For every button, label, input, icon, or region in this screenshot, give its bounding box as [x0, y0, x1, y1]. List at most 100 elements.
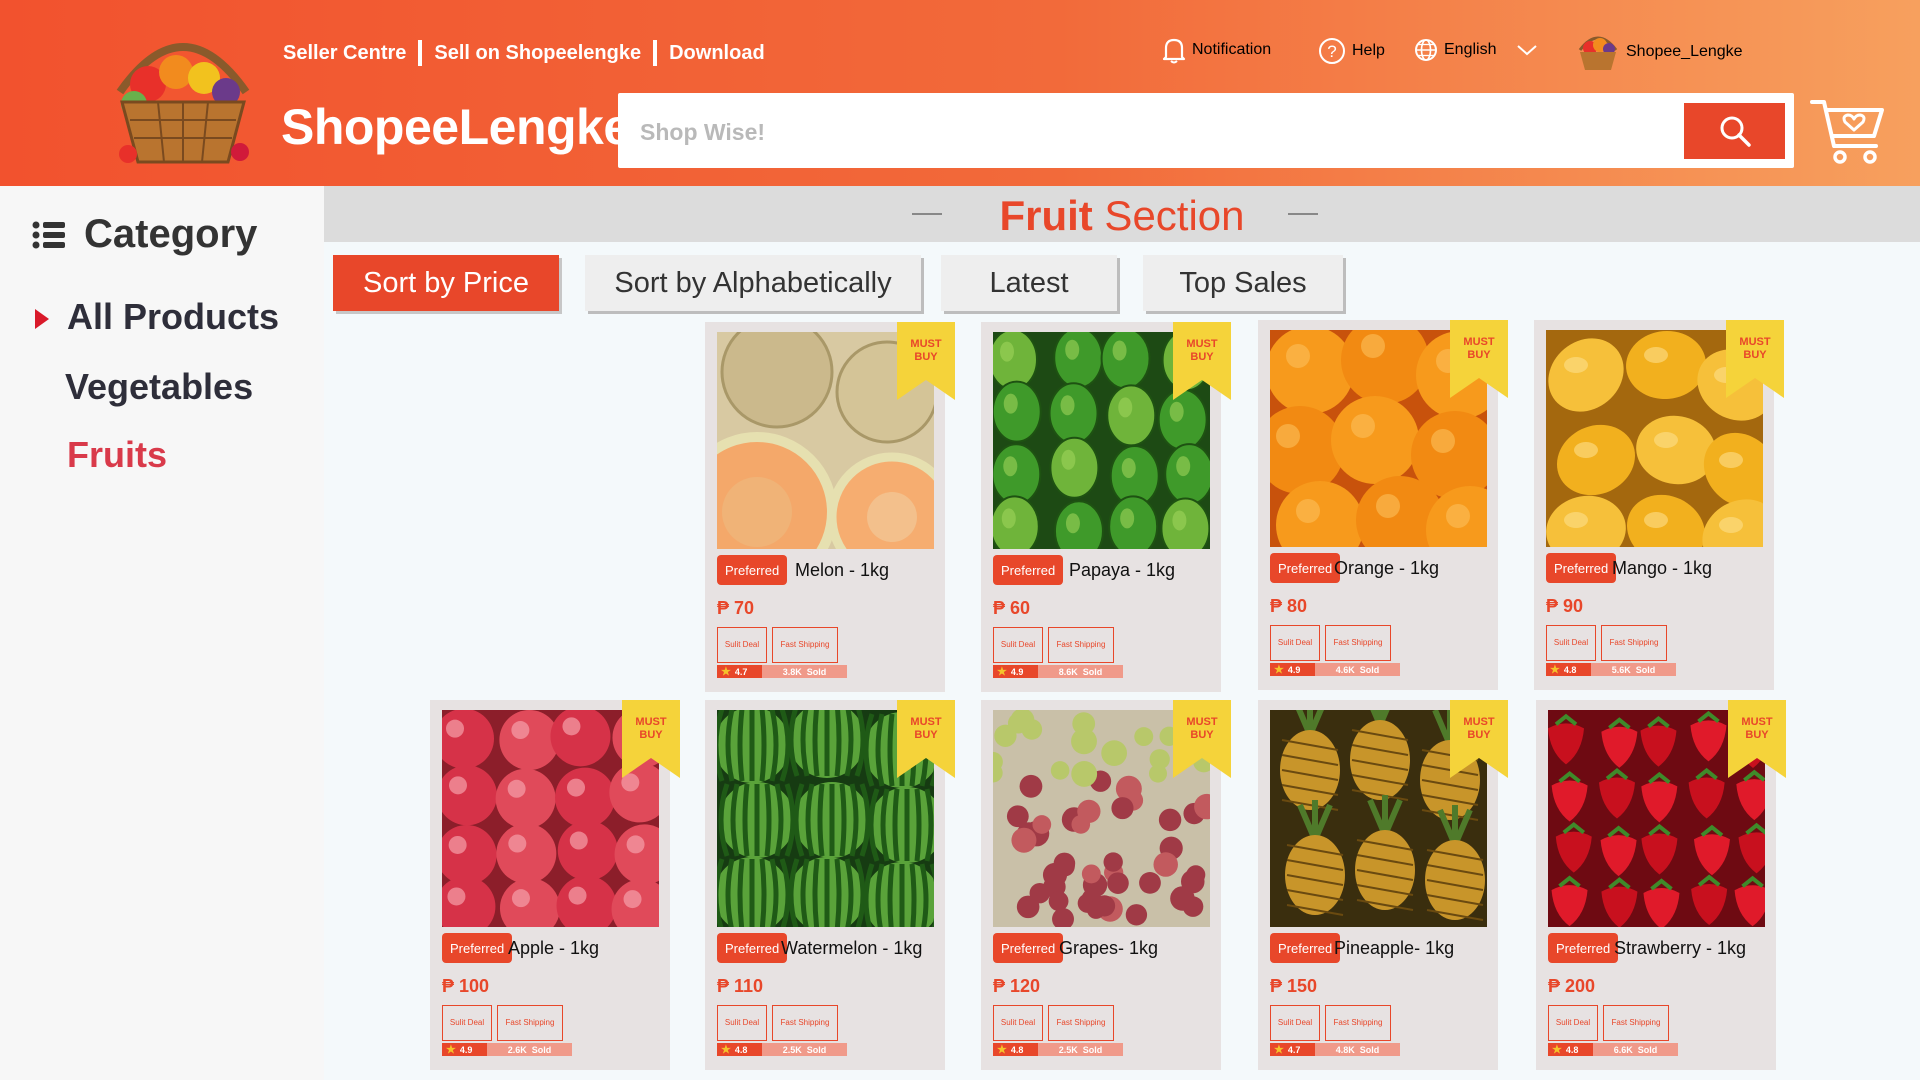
fast-shipping-tag: Fast Shipping — [1601, 625, 1667, 661]
product-rating: 4.8 — [734, 1044, 748, 1055]
help-label: Help — [1352, 42, 1385, 59]
product-price: ₱ 90 — [1546, 596, 1584, 616]
star-icon: ★ — [1274, 664, 1284, 676]
sort-by-price-button[interactable]: Sort by Price — [333, 255, 559, 311]
preferred-badge: Preferred — [993, 933, 1064, 963]
product-card[interactable]: MUST BUY Preferred Watermelon - 1kg ₱ 110… — [705, 700, 955, 1070]
must-buy-label: MUST BUY — [1463, 336, 1495, 361]
star-icon: ★ — [997, 1044, 1007, 1056]
product-card[interactable]: MUST BUY Preferred Papaya - 1kg ₱ 60 Suli… — [981, 322, 1231, 692]
product-name[interactable]: Grapes- 1kg — [1059, 938, 1158, 959]
sell-on-shopeelengke-link[interactable]: Sell on Shopeelengke — [434, 42, 641, 65]
product-sold: 3.8K — [782, 666, 802, 677]
category-title: Category — [84, 212, 258, 256]
product-name[interactable]: Pineapple- 1kg — [1334, 938, 1454, 959]
sort-top-sales-button[interactable]: Top Sales — [1143, 255, 1343, 311]
sidebar-item-fruits[interactable]: Fruits — [67, 434, 167, 476]
sidebar-item-vegetables[interactable]: Vegetables — [65, 366, 253, 408]
rating-sold-bar: ★ 4.9 4.6K Sold — [1270, 663, 1400, 676]
sort-latest-button[interactable]: Latest — [941, 255, 1117, 311]
cart-icon[interactable] — [1810, 96, 1886, 166]
download-link[interactable]: Download — [669, 42, 765, 65]
notification-label: Notification — [1192, 41, 1272, 58]
sulit-deal-tag: Sulit Deal — [993, 627, 1043, 663]
preferred-badge: Preferred — [717, 933, 788, 963]
fast-shipping-tag: Fast Shipping — [497, 1005, 563, 1041]
fast-shipping-tag: Fast Shipping — [772, 1005, 838, 1041]
section-header: Fruit Section — [324, 186, 1920, 242]
sulit-deal-tag: Sulit Deal — [993, 1005, 1043, 1041]
star-icon: ★ — [1274, 1044, 1284, 1056]
globe-icon — [1415, 39, 1437, 61]
brand-name[interactable]: ShopeeLengke — [281, 98, 631, 156]
product-rating: 4.7 — [1287, 1044, 1301, 1055]
fruit-basket-logo-icon[interactable] — [108, 22, 258, 172]
fast-shipping-tag: Fast Shipping — [1325, 1005, 1391, 1041]
product-sold: 4.6K — [1335, 664, 1355, 675]
section-title: Fruit Section — [999, 192, 1245, 239]
preferred-badge: Preferred — [717, 555, 788, 585]
category-sidebar: Category All Products Vegetables Fruits — [0, 186, 324, 1080]
product-name[interactable]: Strawberry - 1kg — [1614, 938, 1746, 959]
preferred-badge: Preferred — [1548, 933, 1619, 963]
bell-icon — [1162, 38, 1186, 64]
seller-centre-link[interactable]: Seller Centre — [283, 42, 406, 65]
product-sold: 6.6K — [1613, 1044, 1633, 1055]
list-icon — [32, 221, 65, 248]
divider — [418, 40, 423, 66]
rating-sold-bar: ★ 4.8 2.5K Sold — [717, 1043, 847, 1056]
divider — [653, 40, 658, 66]
product-name[interactable]: Orange - 1kg — [1334, 558, 1439, 579]
top-links: Seller Centre Sell on Shopeelengke Downl… — [283, 40, 765, 66]
product-card[interactable]: MUST BUY Preferred Melon - 1kg ₱ 70 Sulit… — [705, 322, 955, 692]
product-name[interactable]: Melon - 1kg — [795, 560, 889, 581]
notification-button[interactable]: Notification — [1162, 36, 1271, 64]
product-sold: 2.5K — [782, 1044, 802, 1055]
rating-sold-bar: ★ 4.8 6.6K Sold — [1548, 1043, 1678, 1056]
sort-alphabetically-button[interactable]: Sort by Alphabetically — [585, 255, 921, 311]
language-selector[interactable]: English — [1414, 38, 1544, 62]
preferred-badge: Preferred — [1270, 933, 1341, 963]
product-name[interactable]: Papaya - 1kg — [1069, 560, 1175, 581]
product-card[interactable]: MUST BUY Preferred Grapes- 1kg ₱ 120 Suli… — [981, 700, 1231, 1070]
product-card[interactable]: MUST BUY Preferred Apple - 1kg ₱ 100 Suli… — [430, 700, 680, 1070]
svg-text:?: ? — [1327, 42, 1336, 61]
rating-sold-bar: ★ 4.8 5.6K Sold — [1546, 663, 1676, 676]
search-input[interactable] — [638, 111, 1642, 153]
user-profile[interactable]: Shopee_Lengke — [1576, 30, 1743, 74]
product-price: ₱ 100 — [442, 976, 490, 996]
help-button[interactable]: ? Help — [1318, 37, 1385, 65]
product-card[interactable]: MUST BUY Preferred Mango - 1kg ₱ 90 Sulit… — [1534, 320, 1784, 690]
product-rating: 4.9 — [459, 1044, 473, 1055]
fast-shipping-tag: Fast Shipping — [1048, 1005, 1114, 1041]
product-name[interactable]: Watermelon - 1kg — [781, 938, 922, 959]
sidebar-item-all-products[interactable]: All Products — [67, 296, 279, 338]
product-card[interactable]: MUST BUY Preferred Orange - 1kg ₱ 80 Suli… — [1258, 320, 1508, 690]
rating-sold-bar: ★ 4.9 2.6K Sold — [442, 1043, 572, 1056]
product-area: Fruit Section Sort by Price Sort by Alph… — [324, 186, 1920, 1080]
product-sold: 2.6K — [507, 1044, 527, 1055]
product-price: ₱ 120 — [993, 976, 1041, 996]
search-button[interactable] — [1684, 103, 1785, 159]
header-bar: Seller Centre Sell on Shopeelengke Downl… — [0, 0, 1920, 186]
star-icon: ★ — [1552, 1044, 1562, 1056]
sulit-deal-tag: Sulit Deal — [1270, 625, 1320, 661]
fast-shipping-tag: Fast Shipping — [1603, 1005, 1669, 1041]
product-name[interactable]: Apple - 1kg — [508, 938, 599, 959]
product-price: ₱ 80 — [1270, 596, 1308, 616]
sulit-deal-tag: Sulit Deal — [717, 1005, 767, 1041]
product-name[interactable]: Mango - 1kg — [1612, 558, 1712, 579]
username-label: Shopee_Lengke — [1626, 43, 1743, 60]
must-buy-label: MUST BUY — [1739, 336, 1771, 361]
product-card[interactable]: MUST BUY Preferred Pineapple- 1kg ₱ 150 S… — [1258, 700, 1508, 1070]
sulit-deal-tag: Sulit Deal — [1546, 625, 1596, 661]
product-price: ₱ 200 — [1548, 976, 1596, 996]
sulit-deal-tag: Sulit Deal — [717, 627, 767, 663]
avatar — [1578, 36, 1618, 70]
product-sold: 4.8K — [1335, 1044, 1355, 1055]
rating-sold-bar: ★ 4.7 4.8K Sold — [1270, 1043, 1400, 1056]
must-buy-label: MUST BUY — [1741, 716, 1773, 741]
star-icon: ★ — [997, 666, 1007, 678]
product-card[interactable]: MUST BUY Preferred Strawberry - 1kg ₱ 200… — [1536, 700, 1786, 1070]
caret-right-icon — [35, 309, 49, 329]
